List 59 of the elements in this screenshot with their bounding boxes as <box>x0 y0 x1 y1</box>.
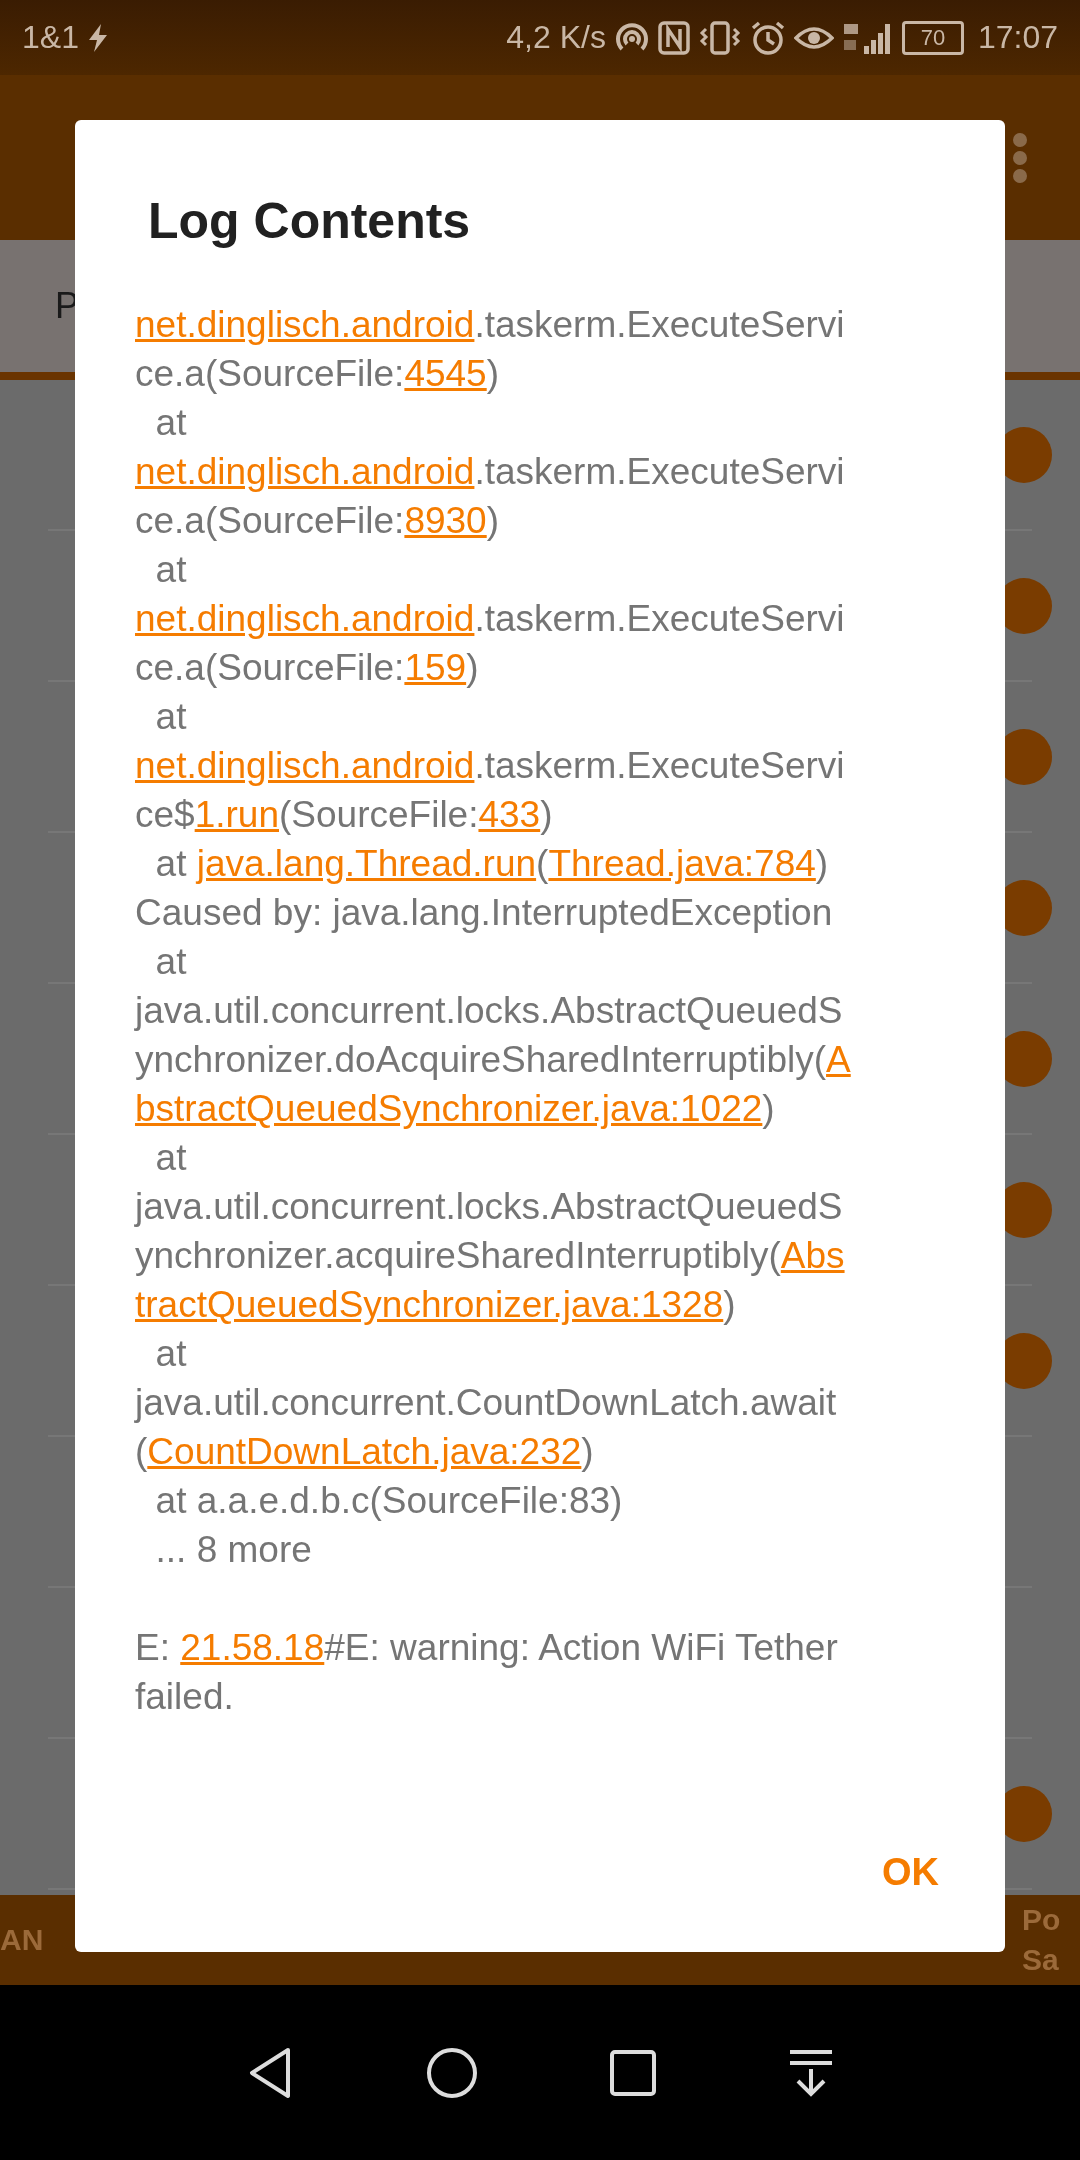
dialog-title: Log Contents <box>147 192 472 251</box>
log-line: bstractQueuedSynchronizer.java:1022) <box>135 1087 776 1131</box>
log-line: ynchronizer.acquireSharedInterruptibly(Abs <box>135 1234 846 1278</box>
log-link[interactable]: net.dinglisch.android <box>135 304 475 345</box>
log-line: net.dinglisch.android.taskerm.ExecuteServi <box>135 450 846 494</box>
log-link[interactable]: 4545 <box>404 353 487 394</box>
log-line: at <box>154 1136 188 1180</box>
vibrate-icon <box>697 20 742 55</box>
log-line: (CountDownLatch.java:232) <box>135 1430 595 1474</box>
log-line: at java.lang.Thread.run(Thread.java:784) <box>154 842 830 886</box>
log-line: net.dinglisch.android.taskerm.ExecuteServi <box>135 744 846 788</box>
log-link[interactable]: bstractQueuedSynchronizer.java:1022 <box>135 1088 763 1129</box>
alarm-icon <box>749 19 786 56</box>
log-line: at <box>154 695 188 739</box>
log-line: ce$1.run(SourceFile:433) <box>135 793 554 837</box>
log-link[interactable]: 159 <box>404 647 467 688</box>
log-line: net.dinglisch.android.taskerm.ExecuteServi <box>135 597 846 641</box>
log-link[interactable]: 1.run <box>194 794 279 835</box>
bolt-icon <box>86 22 109 53</box>
ok-button[interactable]: OK <box>862 1837 959 1908</box>
nfc-icon <box>657 20 690 55</box>
log-link[interactable]: net.dinglisch.android <box>135 598 475 639</box>
log-link[interactable]: Thread.java:784 <box>548 843 816 884</box>
battery-indicator: 70 <box>901 20 964 55</box>
log-line: java.util.concurrent.locks.AbstractQueuedS <box>135 1185 844 1229</box>
log-line: at <box>154 548 188 592</box>
log-line: at <box>154 401 188 445</box>
log-line: E: 21.58.18#E: warning: Action WiFi Tether <box>135 1626 839 1670</box>
bottom-tab[interactable]: Po Sa <box>1022 1900 1074 1980</box>
clock-time: 17:07 <box>977 19 1058 56</box>
log-link[interactable]: 21.58.18 <box>180 1627 325 1668</box>
log-line: tractQueuedSynchronizer.java:1328) <box>135 1283 737 1327</box>
log-link[interactable]: CountDownLatch.java:232 <box>147 1431 582 1472</box>
log-link[interactable]: tractQueuedSynchronizer.java:1328 <box>135 1284 724 1325</box>
log-line: ce.a(SourceFile:8930) <box>135 499 501 543</box>
home-icon[interactable] <box>426 2046 478 2099</box>
log-line: failed. <box>135 1675 235 1719</box>
log-line: ce.a(SourceFile:4545) <box>135 352 501 396</box>
log-link[interactable]: 8930 <box>404 500 487 541</box>
log-line: java.util.concurrent.locks.AbstractQueuedS <box>135 989 844 1033</box>
network-speed: 4,2 K/s <box>506 19 606 56</box>
log-line: ynchronizer.doAcquireSharedInterruptibly(A <box>135 1038 852 1082</box>
bottom-tab[interactable]: AN <box>0 1923 60 1957</box>
log-line: Caused by: java.lang.InterruptedException <box>135 891 834 935</box>
notification-pull-icon[interactable] <box>788 2048 834 2097</box>
log-link[interactable]: java.lang.Thread.run <box>196 843 537 884</box>
log-line: net.dinglisch.android.taskerm.ExecuteServi <box>135 303 846 347</box>
log-link[interactable]: net.dinglisch.android <box>135 451 475 492</box>
log-line: java.util.concurrent.CountDownLatch.await <box>135 1381 838 1425</box>
log-line: ce.a(SourceFile:159) <box>135 646 480 690</box>
log-link[interactable]: net.dinglisch.android <box>135 745 475 786</box>
log-link[interactable]: A <box>826 1039 851 1080</box>
carrier-name: 1&1 <box>22 19 79 56</box>
log-line: at <box>154 940 188 984</box>
log-line: at <box>154 1332 188 1376</box>
log-line: at a.a.e.d.b.c(SourceFile:83) <box>154 1479 624 1523</box>
log-line: ... 8 more <box>154 1528 313 1572</box>
recents-icon[interactable] <box>610 2049 656 2096</box>
log-link[interactable]: 433 <box>478 794 541 835</box>
